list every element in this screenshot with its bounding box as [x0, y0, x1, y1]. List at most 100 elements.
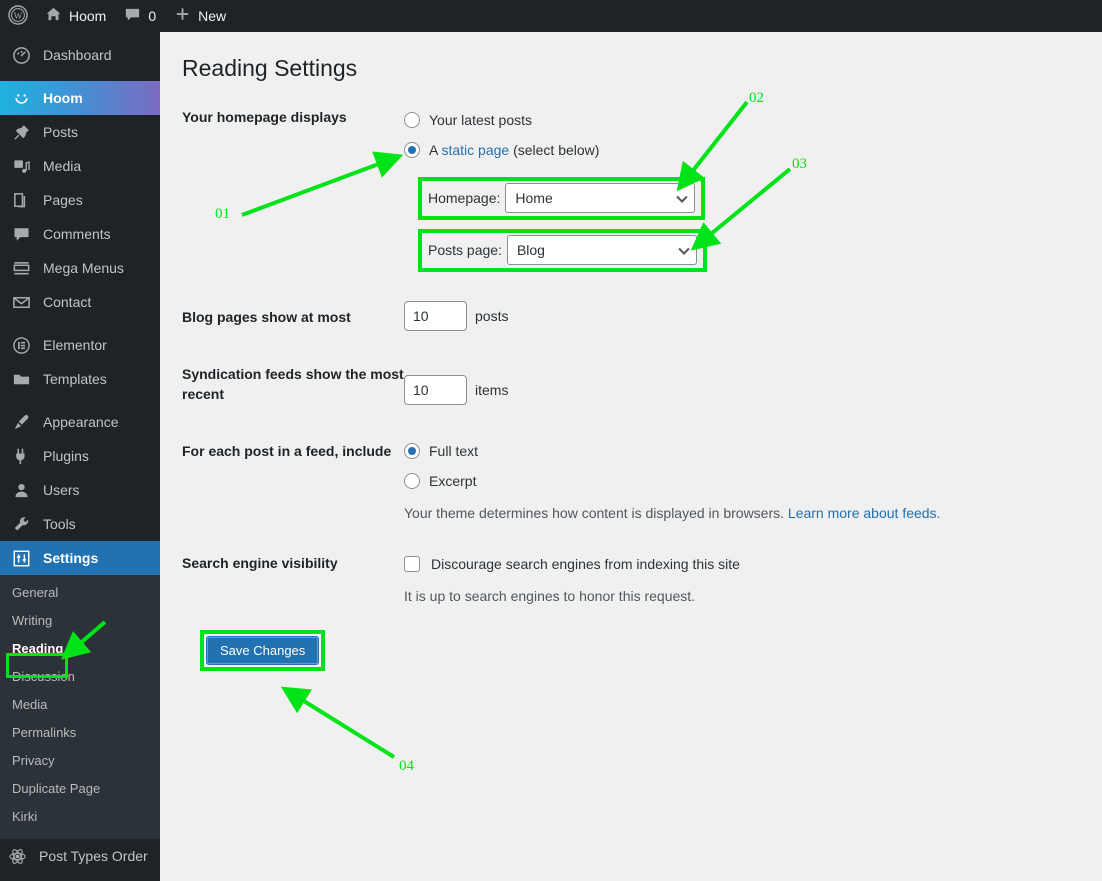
row-homepage-displays: Your homepage displays Your latest posts…: [182, 105, 1062, 281]
posts-page-select[interactable]: Blog: [507, 235, 697, 265]
radio-static-page[interactable]: A static page (select below): [404, 135, 1062, 165]
radio-excerpt-control[interactable]: [404, 473, 420, 489]
dashboard-gauge-icon: [12, 45, 34, 65]
screen-root: W Hoom 0 New Dashboard: [0, 0, 1102, 881]
save-changes-highlight: Save Changes: [200, 630, 325, 671]
radio-full-text[interactable]: Full text: [404, 436, 1062, 466]
sidebar-item-label: Contact: [43, 295, 91, 309]
submenu-item-media[interactable]: Media: [0, 691, 160, 719]
homepage-select-row: Homepage: Home: [418, 177, 705, 220]
sidebar-item-media[interactable]: Media: [0, 149, 160, 183]
radio-full-text-label: Full text: [429, 443, 478, 459]
submenu-item-privacy[interactable]: Privacy: [0, 747, 160, 775]
sidebar-item-hoom[interactable]: Hoom: [0, 81, 160, 115]
home-icon: [45, 6, 62, 26]
submenu-item-duplicate-page[interactable]: Duplicate Page: [0, 775, 160, 803]
wordpress-logo-button[interactable]: W: [0, 0, 36, 32]
syndication-label: Syndication feeds show the most recent: [182, 358, 404, 404]
new-content-button[interactable]: New: [165, 0, 235, 32]
radio-static-suffix: (select below): [509, 142, 599, 158]
sidebar-item-label: Users: [43, 483, 80, 497]
sidebar-item-posts[interactable]: Posts: [0, 115, 160, 149]
row-syndication: Syndication feeds show the most recent i…: [182, 358, 1062, 405]
sidebar-item-label: Pages: [43, 193, 83, 207]
submenu-item-kirki[interactable]: Kirki: [0, 803, 160, 831]
folder-icon: [12, 369, 34, 389]
posts-page-select-row: Posts page: Blog: [418, 229, 707, 272]
checkbox-discourage-label: Discourage search engines from indexing …: [431, 556, 740, 572]
page-title: Reading Settings: [160, 32, 1102, 83]
row-search-visibility: Search engine visibility Discourage sear…: [182, 549, 1062, 606]
submenu-item-reading[interactable]: Reading: [0, 635, 160, 663]
static-page-link[interactable]: static page: [441, 142, 509, 158]
sidebar-item-label: Appearance: [43, 415, 119, 429]
sidebar-item-label: Tools: [43, 517, 76, 531]
comment-bubble-icon: [12, 224, 34, 244]
sidebar-item-dashboard[interactable]: Dashboard: [0, 38, 160, 72]
radio-static-prefix: A: [429, 142, 441, 158]
reading-settings-form: Your homepage displays Your latest posts…: [182, 105, 1062, 671]
wrench-icon: [12, 514, 34, 534]
submenu-item-permalinks[interactable]: Permalinks: [0, 719, 160, 747]
sidebar-item-tools[interactable]: Tools: [0, 507, 160, 541]
new-label: New: [198, 8, 226, 24]
radio-latest-posts-control[interactable]: [404, 112, 420, 128]
comments-count: 0: [148, 8, 156, 24]
row-feed-include: For each post in a feed, include Full te…: [182, 436, 1062, 523]
sidebar-item-label: Mega Menus: [43, 261, 124, 275]
smiley-face-icon: [12, 88, 34, 108]
sidebar-item-label: Post Types Order: [39, 849, 148, 863]
pages-document-icon: [12, 190, 34, 210]
radio-excerpt-label: Excerpt: [429, 473, 476, 489]
user-icon: [12, 480, 34, 500]
sidebar-item-label: Elementor: [43, 338, 107, 352]
syndication-unit: items: [475, 382, 508, 398]
save-changes-button[interactable]: Save Changes: [206, 636, 319, 665]
sidebar-item-mega-menus[interactable]: Mega Menus: [0, 251, 160, 285]
paintbrush-icon: [12, 412, 34, 432]
media-photo-music-icon: [12, 156, 34, 176]
plug-icon: [12, 446, 34, 466]
comments-button[interactable]: 0: [115, 0, 165, 32]
search-visibility-label: Search engine visibility: [182, 549, 404, 606]
radio-latest-posts-label: Your latest posts: [429, 112, 532, 128]
sidebar-item-elementor[interactable]: Elementor: [0, 328, 160, 362]
homepage-select[interactable]: Home: [505, 183, 695, 213]
sidebar-item-label: Hoom: [43, 91, 83, 105]
blog-pages-input[interactable]: [404, 301, 467, 331]
homepage-select-value: Home: [515, 190, 552, 206]
checkbox-discourage-search[interactable]: Discourage search engines from indexing …: [404, 549, 1062, 579]
syndication-input[interactable]: [404, 375, 467, 405]
plus-icon: [174, 6, 191, 26]
blog-pages-unit: posts: [475, 308, 508, 324]
sidebar-item-contact[interactable]: Contact: [0, 285, 160, 319]
homepage-select-label: Homepage:: [428, 190, 500, 206]
radio-latest-posts[interactable]: Your latest posts: [404, 105, 1062, 135]
mega-menu-layout-icon: [12, 258, 34, 278]
envelope-icon: [12, 292, 34, 312]
radio-static-page-control[interactable]: [404, 142, 420, 158]
row-blog-pages: Blog pages show at most posts: [182, 301, 1062, 331]
submenu-item-writing[interactable]: Writing: [0, 607, 160, 635]
submenu-item-discussion[interactable]: Discussion: [0, 663, 160, 691]
submenu-item-general[interactable]: General: [0, 579, 160, 607]
elementor-circle-icon: [12, 335, 34, 355]
sidebar-item-appearance[interactable]: Appearance: [0, 405, 160, 439]
sidebar-item-settings[interactable]: Settings: [0, 541, 160, 575]
learn-more-feeds-link[interactable]: Learn more about feeds.: [788, 505, 941, 521]
feed-include-label: For each post in a feed, include: [182, 436, 404, 523]
radio-excerpt[interactable]: Excerpt: [404, 466, 1062, 496]
admin-sidebar: Dashboard Hoom Posts Media Pages: [0, 32, 160, 881]
sidebar-item-plugins[interactable]: Plugins: [0, 439, 160, 473]
radio-full-text-control[interactable]: [404, 443, 420, 459]
sidebar-item-pages[interactable]: Pages: [0, 183, 160, 217]
sidebar-item-templates[interactable]: Templates: [0, 362, 160, 396]
chevron-down-icon: [677, 192, 688, 203]
sidebar-item-comments[interactable]: Comments: [0, 217, 160, 251]
checkbox-discourage-control[interactable]: [404, 556, 420, 572]
sidebar-item-users[interactable]: Users: [0, 473, 160, 507]
sidebar-item-post-types-order[interactable]: Post Types Order: [0, 839, 160, 873]
site-name-button[interactable]: Hoom: [36, 0, 115, 32]
homepage-displays-label: Your homepage displays: [182, 105, 404, 281]
sidebar-item-label: Dashboard: [43, 48, 112, 62]
